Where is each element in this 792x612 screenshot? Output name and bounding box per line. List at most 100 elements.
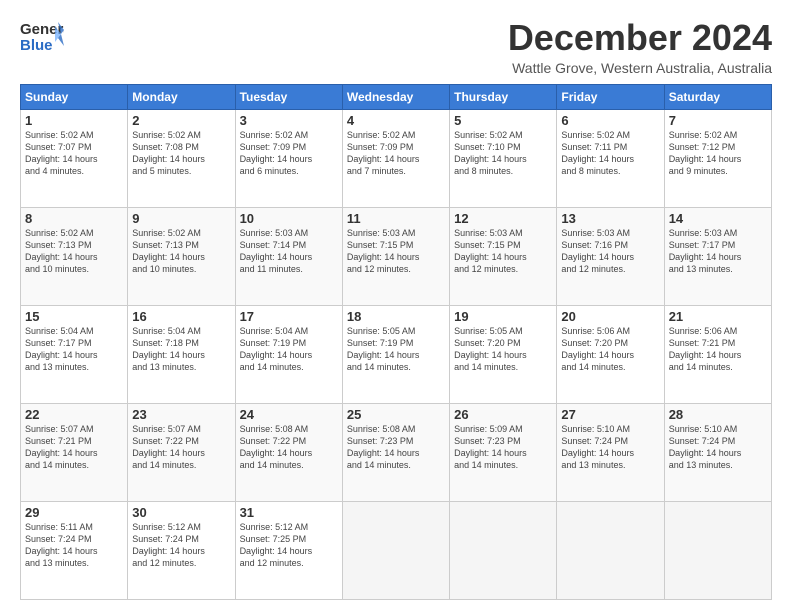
day-info: Sunrise: 5:11 AM Sunset: 7:24 PM Dayligh… — [25, 521, 123, 570]
day-info: Sunrise: 5:03 AM Sunset: 7:15 PM Dayligh… — [454, 227, 552, 276]
day-number: 22 — [25, 407, 123, 422]
day-info: Sunrise: 5:06 AM Sunset: 7:20 PM Dayligh… — [561, 325, 659, 374]
table-row: 21Sunrise: 5:06 AM Sunset: 7:21 PM Dayli… — [664, 305, 771, 403]
month-title: December 2024 — [508, 18, 772, 58]
table-row: 5Sunrise: 5:02 AM Sunset: 7:10 PM Daylig… — [450, 109, 557, 207]
table-row: 9Sunrise: 5:02 AM Sunset: 7:13 PM Daylig… — [128, 207, 235, 305]
day-info: Sunrise: 5:02 AM Sunset: 7:09 PM Dayligh… — [347, 129, 445, 178]
col-sunday: Sunday — [21, 84, 128, 109]
calendar-week-5: 29Sunrise: 5:11 AM Sunset: 7:24 PM Dayli… — [21, 501, 772, 599]
day-number: 21 — [669, 309, 767, 324]
table-row — [664, 501, 771, 599]
day-number: 8 — [25, 211, 123, 226]
title-section: December 2024 Wattle Grove, Western Aust… — [508, 18, 772, 76]
day-number: 11 — [347, 211, 445, 226]
table-row: 22Sunrise: 5:07 AM Sunset: 7:21 PM Dayli… — [21, 403, 128, 501]
day-info: Sunrise: 5:07 AM Sunset: 7:21 PM Dayligh… — [25, 423, 123, 472]
table-row: 19Sunrise: 5:05 AM Sunset: 7:20 PM Dayli… — [450, 305, 557, 403]
day-info: Sunrise: 5:02 AM Sunset: 7:09 PM Dayligh… — [240, 129, 338, 178]
table-row: 1Sunrise: 5:02 AM Sunset: 7:07 PM Daylig… — [21, 109, 128, 207]
table-row: 23Sunrise: 5:07 AM Sunset: 7:22 PM Dayli… — [128, 403, 235, 501]
day-info: Sunrise: 5:02 AM Sunset: 7:13 PM Dayligh… — [25, 227, 123, 276]
calendar-week-2: 8Sunrise: 5:02 AM Sunset: 7:13 PM Daylig… — [21, 207, 772, 305]
calendar-week-3: 15Sunrise: 5:04 AM Sunset: 7:17 PM Dayli… — [21, 305, 772, 403]
day-number: 18 — [347, 309, 445, 324]
day-number: 9 — [132, 211, 230, 226]
day-number: 17 — [240, 309, 338, 324]
col-saturday: Saturday — [664, 84, 771, 109]
day-info: Sunrise: 5:02 AM Sunset: 7:11 PM Dayligh… — [561, 129, 659, 178]
table-row: 18Sunrise: 5:05 AM Sunset: 7:19 PM Dayli… — [342, 305, 449, 403]
col-monday: Monday — [128, 84, 235, 109]
day-info: Sunrise: 5:05 AM Sunset: 7:19 PM Dayligh… — [347, 325, 445, 374]
day-info: Sunrise: 5:03 AM Sunset: 7:15 PM Dayligh… — [347, 227, 445, 276]
header-row: Sunday Monday Tuesday Wednesday Thursday… — [21, 84, 772, 109]
day-number: 20 — [561, 309, 659, 324]
day-info: Sunrise: 5:04 AM Sunset: 7:18 PM Dayligh… — [132, 325, 230, 374]
table-row: 15Sunrise: 5:04 AM Sunset: 7:17 PM Dayli… — [21, 305, 128, 403]
table-row: 7Sunrise: 5:02 AM Sunset: 7:12 PM Daylig… — [664, 109, 771, 207]
table-row: 4Sunrise: 5:02 AM Sunset: 7:09 PM Daylig… — [342, 109, 449, 207]
table-row — [342, 501, 449, 599]
day-number: 31 — [240, 505, 338, 520]
day-info: Sunrise: 5:03 AM Sunset: 7:17 PM Dayligh… — [669, 227, 767, 276]
day-info: Sunrise: 5:03 AM Sunset: 7:14 PM Dayligh… — [240, 227, 338, 276]
day-info: Sunrise: 5:04 AM Sunset: 7:19 PM Dayligh… — [240, 325, 338, 374]
table-row: 8Sunrise: 5:02 AM Sunset: 7:13 PM Daylig… — [21, 207, 128, 305]
day-number: 24 — [240, 407, 338, 422]
table-row: 10Sunrise: 5:03 AM Sunset: 7:14 PM Dayli… — [235, 207, 342, 305]
table-row — [557, 501, 664, 599]
table-row: 13Sunrise: 5:03 AM Sunset: 7:16 PM Dayli… — [557, 207, 664, 305]
table-row: 14Sunrise: 5:03 AM Sunset: 7:17 PM Dayli… — [664, 207, 771, 305]
table-row: 16Sunrise: 5:04 AM Sunset: 7:18 PM Dayli… — [128, 305, 235, 403]
table-row: 3Sunrise: 5:02 AM Sunset: 7:09 PM Daylig… — [235, 109, 342, 207]
day-info: Sunrise: 5:02 AM Sunset: 7:13 PM Dayligh… — [132, 227, 230, 276]
day-info: Sunrise: 5:05 AM Sunset: 7:20 PM Dayligh… — [454, 325, 552, 374]
day-info: Sunrise: 5:07 AM Sunset: 7:22 PM Dayligh… — [132, 423, 230, 472]
table-row: 25Sunrise: 5:08 AM Sunset: 7:23 PM Dayli… — [342, 403, 449, 501]
logo: General Blue — [20, 18, 64, 54]
day-info: Sunrise: 5:08 AM Sunset: 7:22 PM Dayligh… — [240, 423, 338, 472]
day-number: 30 — [132, 505, 230, 520]
day-info: Sunrise: 5:10 AM Sunset: 7:24 PM Dayligh… — [561, 423, 659, 472]
calendar-week-1: 1Sunrise: 5:02 AM Sunset: 7:07 PM Daylig… — [21, 109, 772, 207]
day-info: Sunrise: 5:02 AM Sunset: 7:08 PM Dayligh… — [132, 129, 230, 178]
day-number: 4 — [347, 113, 445, 128]
day-info: Sunrise: 5:12 AM Sunset: 7:25 PM Dayligh… — [240, 521, 338, 570]
table-row: 26Sunrise: 5:09 AM Sunset: 7:23 PM Dayli… — [450, 403, 557, 501]
table-row: 11Sunrise: 5:03 AM Sunset: 7:15 PM Dayli… — [342, 207, 449, 305]
day-number: 10 — [240, 211, 338, 226]
table-row: 27Sunrise: 5:10 AM Sunset: 7:24 PM Dayli… — [557, 403, 664, 501]
day-info: Sunrise: 5:09 AM Sunset: 7:23 PM Dayligh… — [454, 423, 552, 472]
table-row: 20Sunrise: 5:06 AM Sunset: 7:20 PM Dayli… — [557, 305, 664, 403]
day-info: Sunrise: 5:08 AM Sunset: 7:23 PM Dayligh… — [347, 423, 445, 472]
day-number: 19 — [454, 309, 552, 324]
table-row: 17Sunrise: 5:04 AM Sunset: 7:19 PM Dayli… — [235, 305, 342, 403]
day-info: Sunrise: 5:02 AM Sunset: 7:07 PM Dayligh… — [25, 129, 123, 178]
table-row: 2Sunrise: 5:02 AM Sunset: 7:08 PM Daylig… — [128, 109, 235, 207]
day-info: Sunrise: 5:10 AM Sunset: 7:24 PM Dayligh… — [669, 423, 767, 472]
day-number: 28 — [669, 407, 767, 422]
day-info: Sunrise: 5:04 AM Sunset: 7:17 PM Dayligh… — [25, 325, 123, 374]
day-info: Sunrise: 5:03 AM Sunset: 7:16 PM Dayligh… — [561, 227, 659, 276]
page: General Blue December 2024 Wattle Grove,… — [0, 0, 792, 612]
table-row: 30Sunrise: 5:12 AM Sunset: 7:24 PM Dayli… — [128, 501, 235, 599]
day-number: 1 — [25, 113, 123, 128]
table-row: 12Sunrise: 5:03 AM Sunset: 7:15 PM Dayli… — [450, 207, 557, 305]
table-row — [450, 501, 557, 599]
svg-text:Blue: Blue — [20, 37, 53, 54]
day-number: 29 — [25, 505, 123, 520]
col-friday: Friday — [557, 84, 664, 109]
table-row: 29Sunrise: 5:11 AM Sunset: 7:24 PM Dayli… — [21, 501, 128, 599]
calendar-week-4: 22Sunrise: 5:07 AM Sunset: 7:21 PM Dayli… — [21, 403, 772, 501]
calendar-table: Sunday Monday Tuesday Wednesday Thursday… — [20, 84, 772, 600]
day-number: 16 — [132, 309, 230, 324]
day-info: Sunrise: 5:02 AM Sunset: 7:10 PM Dayligh… — [454, 129, 552, 178]
table-row: 31Sunrise: 5:12 AM Sunset: 7:25 PM Dayli… — [235, 501, 342, 599]
day-info: Sunrise: 5:12 AM Sunset: 7:24 PM Dayligh… — [132, 521, 230, 570]
day-number: 13 — [561, 211, 659, 226]
day-number: 25 — [347, 407, 445, 422]
header: General Blue December 2024 Wattle Grove,… — [20, 18, 772, 76]
day-number: 2 — [132, 113, 230, 128]
location: Wattle Grove, Western Australia, Austral… — [508, 60, 772, 76]
